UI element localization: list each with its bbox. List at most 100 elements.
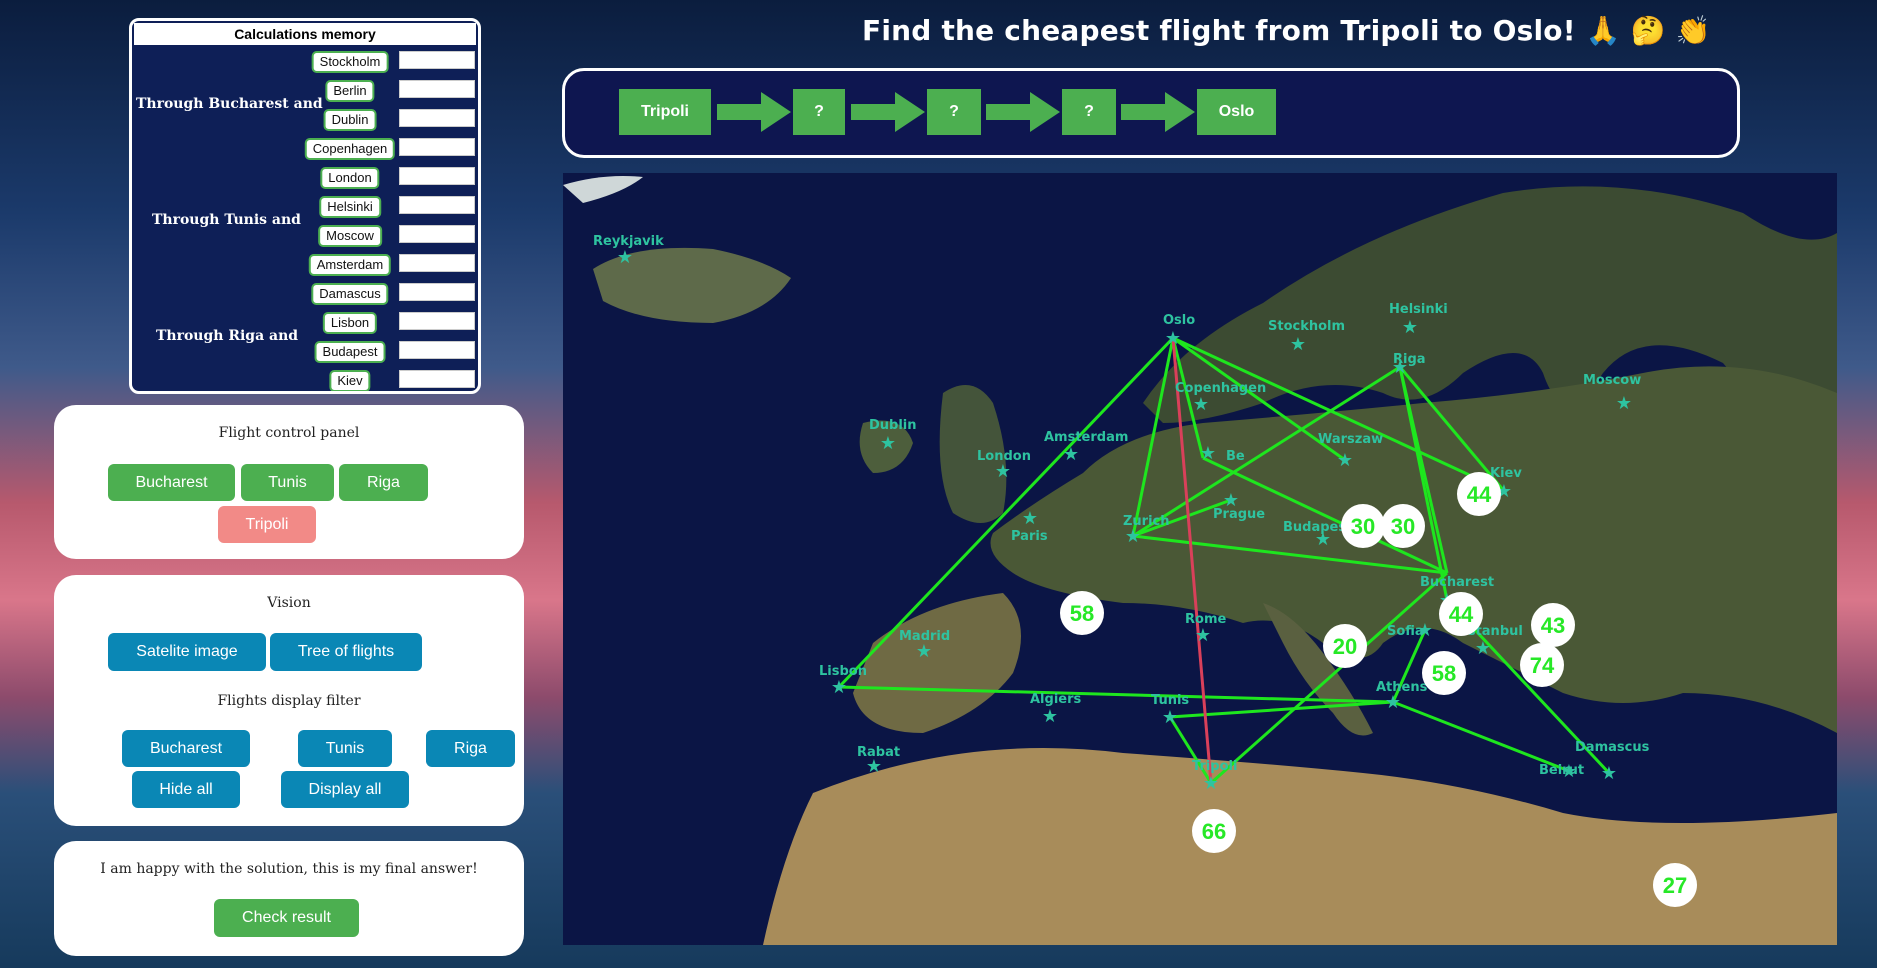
- fly-bucharest-button[interactable]: Bucharest: [108, 464, 235, 501]
- memory-row: Budapest: [132, 339, 478, 363]
- city-star-icon[interactable]: ★: [617, 247, 633, 268]
- price-badge: 44: [1457, 472, 1501, 516]
- arrow-right-icon: [717, 92, 791, 132]
- memory-row: Berlin: [132, 78, 478, 102]
- city-label: Tripoli: [1192, 759, 1237, 774]
- city-star-icon[interactable]: ★: [880, 433, 896, 454]
- city-label: Tunis: [1151, 693, 1189, 708]
- price-badge-value: 43: [1541, 613, 1565, 638]
- city-star-icon[interactable]: ★: [1022, 508, 1038, 529]
- memory-city: Stockholm: [311, 51, 389, 73]
- memory-input-amsterdam[interactable]: [399, 254, 475, 272]
- memory-city: Lisbon: [322, 312, 378, 334]
- fly-tunis-button[interactable]: Tunis: [241, 464, 334, 501]
- memory-input-berlin[interactable]: [399, 80, 475, 98]
- page-title: Find the cheapest flight from Tripoli to…: [862, 14, 1711, 47]
- price-badge-value: 58: [1070, 601, 1094, 626]
- memory-input-london[interactable]: [399, 167, 475, 185]
- memory-input-kiev[interactable]: [399, 370, 475, 388]
- memory-input-budapest[interactable]: [399, 341, 475, 359]
- current-city-tripoli-button[interactable]: Tripoli: [218, 506, 316, 543]
- city-star-icon[interactable]: ★: [1165, 328, 1181, 349]
- memory-city: Copenhagen: [304, 138, 396, 160]
- city-star-icon[interactable]: ★: [1195, 625, 1211, 646]
- city-label: Be: [1226, 449, 1245, 464]
- satellite-map[interactable]: ★ Reykjavik ★ Oslo ★ Stockholm ★ Helsinki ★ Riga ★…: [563, 173, 1837, 945]
- city-label: Damascus: [1575, 740, 1650, 755]
- city-label: Beirut: [1539, 763, 1584, 778]
- city-star-icon[interactable]: ★: [995, 461, 1011, 482]
- satellite-image-button[interactable]: Satelite image: [108, 633, 266, 671]
- city-star-icon[interactable]: ★: [1616, 393, 1632, 414]
- city-star-icon[interactable]: ★: [1475, 638, 1491, 659]
- city-label: Madrid: [899, 629, 950, 644]
- price-badge: 44: [1439, 592, 1483, 636]
- price-badge: 66: [1192, 809, 1236, 853]
- hide-all-button[interactable]: Hide all: [132, 771, 240, 808]
- city-label: Moscow: [1583, 373, 1641, 388]
- city-label: Sofia: [1387, 624, 1424, 639]
- city-star-icon[interactable]: ★: [831, 677, 847, 698]
- route-end-box: Oslo: [1197, 89, 1276, 135]
- price-badge: 30: [1381, 504, 1425, 548]
- north-africa-land: [763, 748, 1837, 945]
- memory-row: Kiev: [132, 368, 478, 391]
- memory-header: Calculations memory: [134, 23, 476, 45]
- tree-of-flights-button[interactable]: Tree of flights: [270, 633, 422, 671]
- city-star-icon[interactable]: ★: [1193, 394, 1209, 415]
- filter-riga-button[interactable]: Riga: [426, 730, 515, 767]
- city-label: Amsterdam: [1044, 430, 1128, 445]
- city-star-icon[interactable]: ★: [1402, 317, 1418, 338]
- memory-input-lisbon[interactable]: [399, 312, 475, 330]
- city-star-icon[interactable]: ★: [1290, 334, 1306, 355]
- city-star-icon[interactable]: ★: [1601, 763, 1617, 784]
- price-badge-value: 44: [1449, 602, 1474, 627]
- city-star-icon[interactable]: ★: [1337, 450, 1353, 471]
- price-badge-value: 30: [1391, 514, 1415, 539]
- memory-city: Berlin: [325, 80, 375, 102]
- filter-tunis-button[interactable]: Tunis: [298, 730, 392, 767]
- memory-input-damascus[interactable]: [399, 283, 475, 301]
- city-label: Helsinki: [1389, 302, 1448, 317]
- city-label: Riga: [1393, 352, 1426, 367]
- memory-row: Moscow: [132, 223, 478, 247]
- memory-input-helsinki[interactable]: [399, 196, 475, 214]
- city-star-icon[interactable]: ★: [1162, 707, 1178, 728]
- city-star-icon[interactable]: ★: [1200, 443, 1216, 464]
- memory-city: Amsterdam: [308, 254, 392, 276]
- memory-input-stockholm[interactable]: [399, 51, 475, 69]
- city-label: London: [977, 449, 1031, 464]
- arrow-right-icon: [851, 92, 925, 132]
- check-result-button[interactable]: Check result: [214, 899, 359, 937]
- memory-input-moscow[interactable]: [399, 225, 475, 243]
- city-label: Warszaw: [1318, 432, 1383, 447]
- city-label: Athens: [1376, 680, 1428, 695]
- flight-line: [1392, 700, 1570, 773]
- price-badge-value: 30: [1351, 514, 1375, 539]
- city-label: Prague: [1213, 507, 1265, 522]
- city-star-icon[interactable]: ★: [1042, 706, 1058, 727]
- route-panel: Tripoli ? ? ? Oslo: [562, 68, 1740, 158]
- fly-riga-button[interactable]: Riga: [339, 464, 428, 501]
- arrow-right-icon: [1121, 92, 1195, 132]
- memory-row: London: [132, 165, 478, 189]
- city-star-icon[interactable]: ★: [1125, 526, 1141, 547]
- city-star-icon[interactable]: ★: [1063, 444, 1079, 465]
- price-badge: 20: [1323, 624, 1367, 668]
- city-label: Algiers: [1030, 692, 1082, 707]
- city-label: Rome: [1185, 612, 1226, 627]
- price-badge: 74: [1520, 643, 1564, 687]
- city-star-icon[interactable]: ★: [916, 641, 932, 662]
- memory-city: Helsinki: [319, 196, 381, 218]
- memory-input-dublin[interactable]: [399, 109, 475, 127]
- price-badge-value: 20: [1333, 634, 1357, 659]
- city-star-icon[interactable]: ★: [1203, 773, 1219, 794]
- final-answer-panel: I am happy with the solution, this is my…: [54, 841, 524, 956]
- arrow-right-icon: [986, 92, 1060, 132]
- memory-input-copenhagen[interactable]: [399, 138, 475, 156]
- memory-city: Moscow: [318, 225, 382, 247]
- display-all-button[interactable]: Display all: [281, 771, 409, 808]
- filter-bucharest-button[interactable]: Bucharest: [122, 730, 250, 767]
- city-label: Dublin: [869, 418, 917, 433]
- city-star-icon[interactable]: ★: [1385, 692, 1401, 713]
